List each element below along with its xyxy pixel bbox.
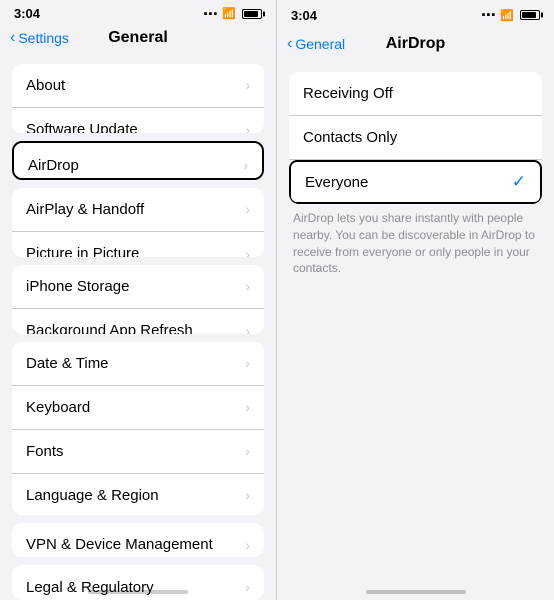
list-item[interactable]: About › [12, 64, 264, 108]
time-left: 3:04 [14, 6, 40, 21]
list-item[interactable]: Software Update › [12, 108, 264, 133]
list-item-receiving-off[interactable]: Receiving Off [289, 72, 542, 116]
home-indicator-right [366, 590, 466, 594]
chevron-icon: › [245, 355, 250, 371]
back-chevron-left: ‹ [10, 29, 15, 47]
settings-group-airdrop: AirDrop › [12, 141, 264, 180]
settings-group-1: About › Software Update › [12, 64, 264, 133]
settings-group-3: AirPlay & Handoff › Picture in Picture › [12, 188, 264, 257]
time-right: 3:04 [291, 8, 317, 23]
back-label-right[interactable]: General [295, 36, 345, 52]
list-item[interactable]: Background App Refresh › [12, 309, 264, 334]
settings-group-7: Legal & Regulatory › [12, 565, 264, 600]
chevron-icon: › [245, 579, 250, 595]
settings-group-5: Date & Time › Keyboard › Fonts › Languag… [12, 342, 264, 515]
chevron-icon: › [243, 157, 248, 173]
row-label-airplay: AirPlay & Handoff [26, 201, 144, 218]
list-item-airdrop[interactable]: AirDrop › [14, 143, 262, 180]
wifi-icon-right: 📶 [500, 9, 514, 22]
back-chevron-right: ‹ [287, 35, 292, 53]
cellular-icon-right: ▪▪▪ [482, 9, 497, 21]
checkmark-icon: ✓ [512, 172, 526, 192]
nav-title-right: AirDrop [386, 35, 446, 53]
row-label-keyboard: Keyboard [26, 399, 90, 416]
row-label-receiving-off: Receiving Off [303, 85, 393, 102]
chevron-icon: › [245, 246, 250, 257]
list-item[interactable]: Date & Time › [12, 342, 264, 386]
chevron-icon: › [245, 201, 250, 217]
status-icons-right: ▪▪▪ 📶 [482, 9, 540, 22]
chevron-icon: › [245, 278, 250, 294]
chevron-icon: › [245, 487, 250, 503]
nav-title-left: General [108, 29, 168, 47]
right-panel: 3:04 ▪▪▪ 📶 ‹ General AirDrop Receiving O… [277, 0, 554, 600]
row-label-about: About [26, 77, 65, 94]
row-label-background-refresh: Background App Refresh [26, 322, 193, 334]
cellular-icon: ▪▪▪ [204, 8, 219, 20]
list-item[interactable]: Legal & Regulatory › [12, 565, 264, 600]
row-label-fonts: Fonts [26, 443, 64, 460]
chevron-icon: › [245, 77, 250, 93]
list-item[interactable]: Language & Region › [12, 474, 264, 515]
settings-group-6: VPN & Device Management › [12, 523, 264, 558]
row-label-iphone-storage: iPhone Storage [26, 278, 129, 295]
list-item[interactable]: VPN & Device Management › [12, 523, 264, 558]
list-item[interactable]: AirPlay & Handoff › [12, 188, 264, 232]
left-panel: 3:04 ▪▪▪ 📶 ‹ Settings General About › So… [0, 0, 277, 600]
back-label-left[interactable]: Settings [18, 30, 69, 46]
battery-icon [242, 9, 262, 19]
list-item[interactable]: Keyboard › [12, 386, 264, 430]
chevron-icon: › [245, 122, 250, 133]
row-label-language: Language & Region [26, 487, 159, 504]
list-item[interactable]: iPhone Storage › [12, 265, 264, 309]
chevron-icon: › [245, 399, 250, 415]
airdrop-description: AirDrop lets you share instantly with pe… [289, 210, 542, 277]
back-button-left[interactable]: ‹ Settings [10, 29, 69, 47]
row-label-software-update: Software Update [26, 121, 138, 133]
nav-bar-left: ‹ Settings General [0, 25, 276, 56]
list-item-contacts-only[interactable]: Contacts Only [289, 116, 542, 160]
battery-icon-right [520, 10, 540, 20]
status-icons-left: ▪▪▪ 📶 [204, 7, 262, 20]
home-indicator-left [88, 590, 188, 594]
wifi-icon: 📶 [222, 7, 236, 20]
settings-group-4: iPhone Storage › Background App Refresh … [12, 265, 264, 334]
row-label-picture: Picture in Picture [26, 245, 139, 257]
row-label-airdrop: AirDrop [28, 157, 79, 174]
list-item-everyone[interactable]: Everyone ✓ [289, 160, 542, 204]
status-bar-left: 3:04 ▪▪▪ 📶 [0, 0, 276, 25]
row-label-contacts-only: Contacts Only [303, 129, 397, 146]
row-label-datetime: Date & Time [26, 355, 109, 372]
chevron-icon: › [245, 323, 250, 334]
chevron-icon: › [245, 443, 250, 459]
list-item[interactable]: Picture in Picture › [12, 232, 264, 257]
list-item[interactable]: Fonts › [12, 430, 264, 474]
back-button-right[interactable]: ‹ General [287, 35, 345, 53]
row-label-vpn: VPN & Device Management [26, 536, 213, 553]
airdrop-options-group: Receiving Off Contacts Only Everyone ✓ [289, 72, 542, 204]
nav-bar-right: ‹ General AirDrop [277, 28, 554, 64]
chevron-icon: › [245, 537, 250, 553]
row-label-everyone: Everyone [305, 174, 368, 191]
status-bar-right: 3:04 ▪▪▪ 📶 [277, 0, 554, 28]
